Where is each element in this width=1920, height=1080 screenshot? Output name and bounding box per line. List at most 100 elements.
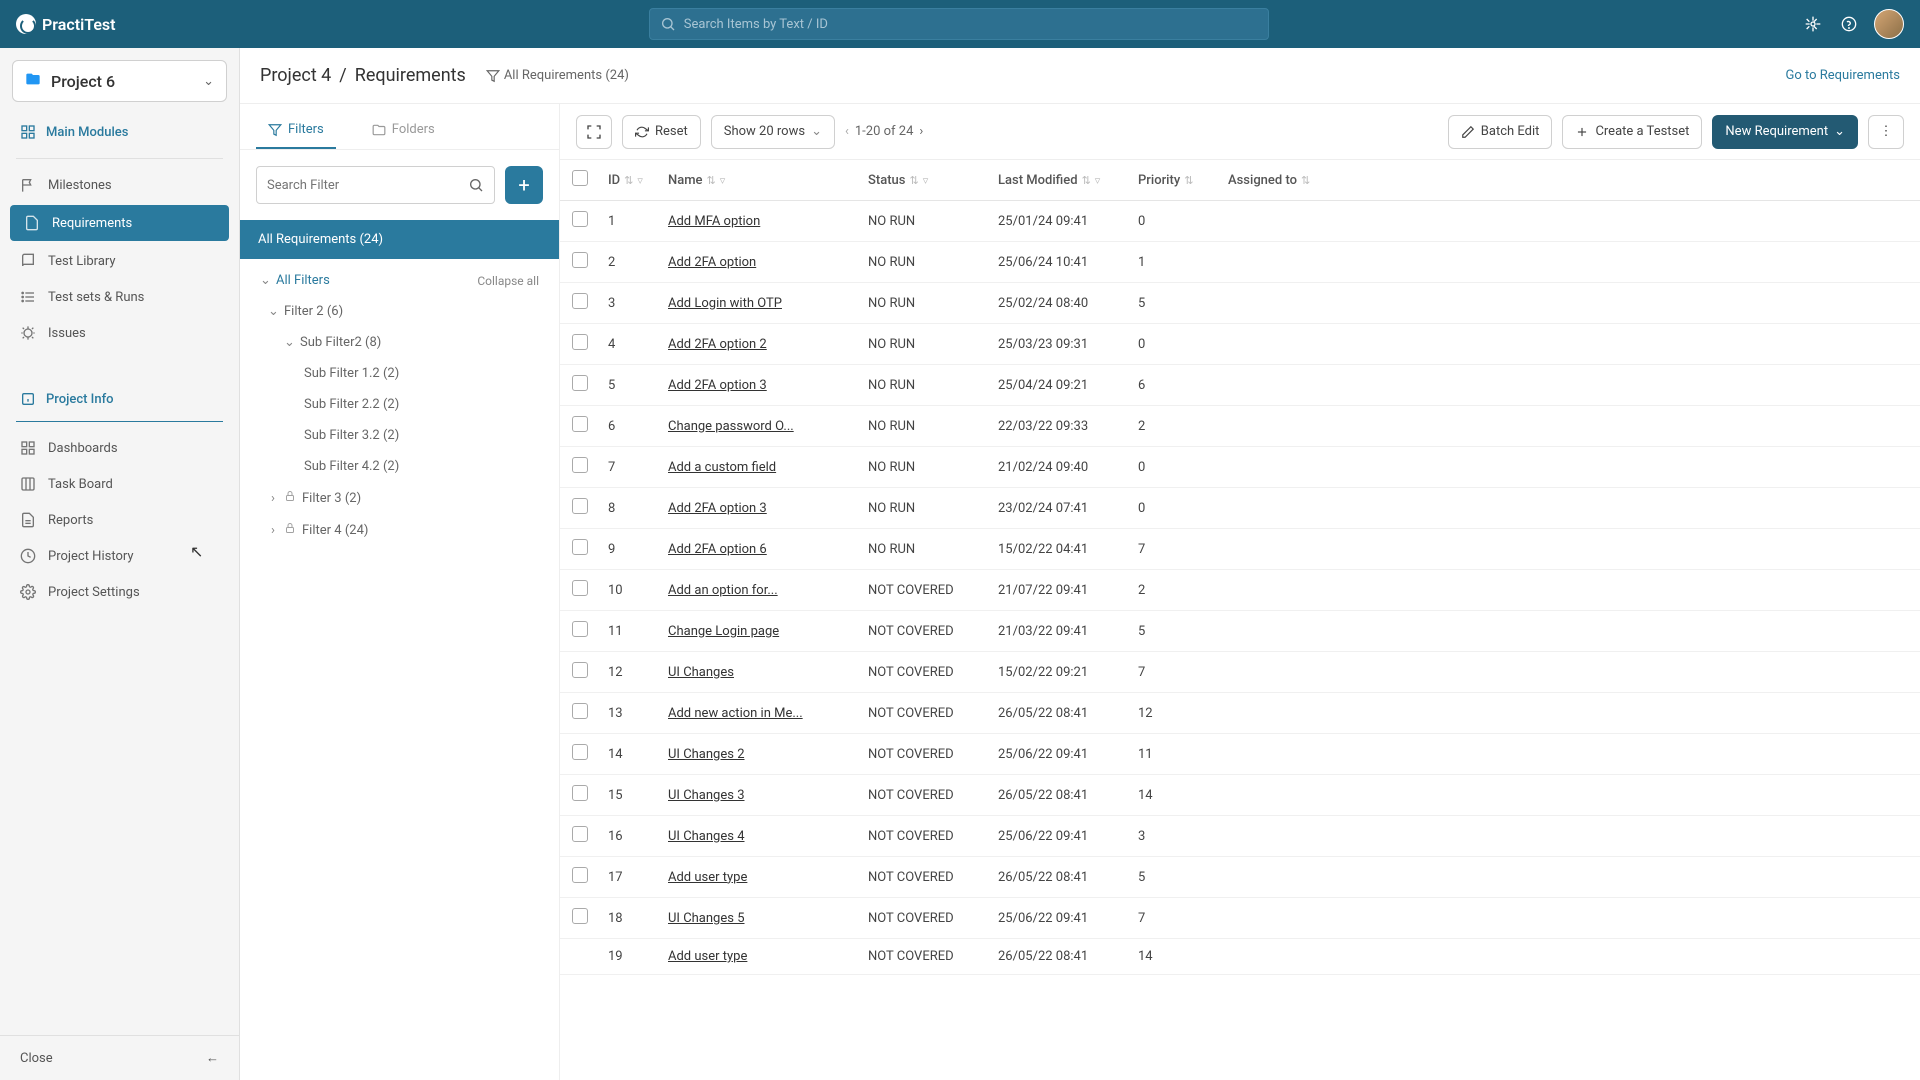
requirement-link[interactable]: Add 2FA option 6 [668, 542, 767, 557]
requirement-link[interactable]: UI Changes [668, 665, 734, 680]
column-name[interactable]: Name [668, 173, 703, 188]
column-status[interactable]: Status [868, 173, 905, 188]
row-checkbox[interactable] [572, 785, 588, 801]
row-checkbox[interactable] [572, 826, 588, 842]
page-prev[interactable]: ‹ [845, 124, 849, 139]
table-row[interactable]: 19Add user typeNOT COVERED26/05/22 08:41… [560, 939, 1920, 975]
sort-icon[interactable]: ⇅ [909, 174, 918, 187]
table-row[interactable]: 6Change password O...NO RUN22/03/22 09:3… [560, 406, 1920, 447]
sidebar-item-milestones[interactable]: Milestones [0, 167, 239, 203]
filter-icon[interactable]: ▿ [923, 174, 929, 187]
filter-tree-item[interactable]: Sub Filter 3.2 (2) [240, 420, 559, 451]
filter-tree-item[interactable]: ›Filter 3 (2) [240, 482, 559, 514]
row-checkbox[interactable] [572, 580, 588, 596]
settings-icon[interactable] [1802, 13, 1824, 35]
requirement-link[interactable]: Change Login page [668, 624, 779, 639]
sidebar-item-dashboards[interactable]: Dashboards [0, 430, 239, 466]
sort-icon[interactable]: ⇅ [1301, 174, 1310, 187]
table-row[interactable]: 5Add 2FA option 3NO RUN25/04/24 09:216 [560, 365, 1920, 406]
column-assigned[interactable]: Assigned to [1228, 173, 1297, 188]
batch-edit-button[interactable]: Batch Edit [1448, 115, 1553, 149]
collapse-all-link[interactable]: Collapse all [477, 274, 539, 288]
requirement-link[interactable]: Add 2FA option 2 [668, 337, 767, 352]
requirement-link[interactable]: UI Changes 2 [668, 747, 745, 762]
sidebar-item-requirements[interactable]: Requirements [10, 205, 229, 241]
new-requirement-button[interactable]: New Requirement ⌄ [1712, 115, 1858, 149]
requirement-link[interactable]: Add an option for... [668, 583, 778, 598]
project-info-header[interactable]: Project Info [0, 381, 239, 417]
show-rows-dropdown[interactable]: Show 20 rows ⌄ [711, 115, 835, 149]
table-row[interactable]: 2Add 2FA optionNO RUN25/06/24 10:411 [560, 242, 1920, 283]
table-row[interactable]: 9Add 2FA option 6NO RUN15/02/22 04:417 [560, 529, 1920, 570]
requirement-link[interactable]: UI Changes 3 [668, 788, 745, 803]
filter-search[interactable] [256, 166, 495, 204]
filter-icon[interactable]: ▿ [637, 174, 643, 187]
table-row[interactable]: 15UI Changes 3NOT COVERED26/05/22 08:411… [560, 775, 1920, 816]
requirement-link[interactable]: Add user type [668, 870, 747, 885]
sidebar-item-test-library[interactable]: Test Library [0, 243, 239, 279]
requirement-link[interactable]: Add new action in Me... [668, 706, 803, 721]
requirement-link[interactable]: Add MFA option [668, 214, 760, 229]
help-icon[interactable] [1838, 13, 1860, 35]
breadcrumb-filter[interactable]: All Requirements (24) [486, 68, 629, 83]
row-checkbox[interactable] [572, 457, 588, 473]
requirement-link[interactable]: Add 2FA option 3 [668, 378, 767, 393]
logo[interactable]: PractiTest [16, 14, 116, 34]
row-checkbox[interactable] [572, 621, 588, 637]
requirement-link[interactable]: Add 2FA option [668, 255, 756, 270]
row-checkbox[interactable] [572, 293, 588, 309]
requirement-link[interactable]: Add 2FA option 3 [668, 501, 767, 516]
expand-button[interactable] [576, 115, 612, 149]
table-row[interactable]: 17Add user typeNOT COVERED26/05/22 08:41… [560, 857, 1920, 898]
filter-tree-item[interactable]: ⌄Sub Filter2 (8) [240, 327, 559, 358]
filter-all-requirements[interactable]: All Requirements (24) [240, 220, 559, 259]
filter-tree-item[interactable]: ›Filter 4 (24) [240, 514, 559, 546]
search-input[interactable] [684, 17, 1258, 32]
filter-tree-item[interactable]: Sub Filter 1.2 (2) [240, 358, 559, 389]
table-row[interactable]: 3Add Login with OTPNO RUN25/02/24 08:405 [560, 283, 1920, 324]
sort-icon[interactable]: ⇅ [1184, 174, 1193, 187]
tab-filters[interactable]: Filters [256, 112, 336, 149]
user-avatar[interactable] [1874, 9, 1904, 39]
row-checkbox[interactable] [572, 867, 588, 883]
sort-icon[interactable]: ⇅ [1082, 174, 1091, 187]
column-priority[interactable]: Priority [1138, 173, 1180, 188]
requirement-link[interactable]: Change password O... [668, 419, 794, 434]
sidebar-item-reports[interactable]: Reports [0, 502, 239, 538]
select-all-checkbox[interactable] [572, 170, 588, 186]
row-checkbox[interactable] [572, 703, 588, 719]
table-row[interactable]: 11Change Login pageNOT COVERED21/03/22 0… [560, 611, 1920, 652]
row-checkbox[interactable] [572, 744, 588, 760]
sidebar-item-project-settings[interactable]: Project Settings [0, 574, 239, 610]
table-row[interactable]: 10Add an option for...NOT COVERED21/07/2… [560, 570, 1920, 611]
row-checkbox[interactable] [572, 662, 588, 678]
requirement-link[interactable]: UI Changes 5 [668, 911, 745, 926]
table-row[interactable]: 4Add 2FA option 2NO RUN25/03/23 09:310 [560, 324, 1920, 365]
filter-search-input[interactable] [267, 178, 460, 193]
requirement-link[interactable]: Add user type [668, 949, 747, 964]
reset-button[interactable]: Reset [622, 115, 701, 149]
tab-folders[interactable]: Folders [360, 112, 447, 149]
add-filter-button[interactable]: + [505, 166, 543, 204]
row-checkbox[interactable] [572, 334, 588, 350]
global-search[interactable] [649, 8, 1269, 40]
requirement-link[interactable]: Add Login with OTP [668, 296, 782, 311]
requirement-link[interactable]: UI Changes 4 [668, 829, 745, 844]
requirement-link[interactable]: Add a custom field [668, 460, 776, 475]
table-row[interactable]: 8Add 2FA option 3NO RUN23/02/24 07:410 [560, 488, 1920, 529]
sort-icon[interactable]: ⇅ [707, 174, 716, 187]
row-checkbox[interactable] [572, 498, 588, 514]
sidebar-item-test-sets-runs[interactable]: Test sets & Runs [0, 279, 239, 315]
filter-tree-item[interactable]: Sub Filter 2.2 (2) [240, 389, 559, 420]
table-row[interactable]: 18UI Changes 5NOT COVERED25/06/22 09:417 [560, 898, 1920, 939]
create-testset-button[interactable]: Create a Testset [1562, 115, 1702, 149]
column-id[interactable]: ID [608, 173, 620, 188]
row-checkbox[interactable] [572, 416, 588, 432]
row-checkbox[interactable] [572, 211, 588, 227]
row-checkbox[interactable] [572, 252, 588, 268]
filter-icon[interactable]: ▿ [720, 174, 726, 187]
more-options-button[interactable]: ⋮ [1868, 115, 1904, 149]
page-next[interactable]: › [919, 124, 923, 139]
sidebar-item-task-board[interactable]: Task Board [0, 466, 239, 502]
project-selector[interactable]: Project 6 ⌄ [12, 60, 227, 102]
